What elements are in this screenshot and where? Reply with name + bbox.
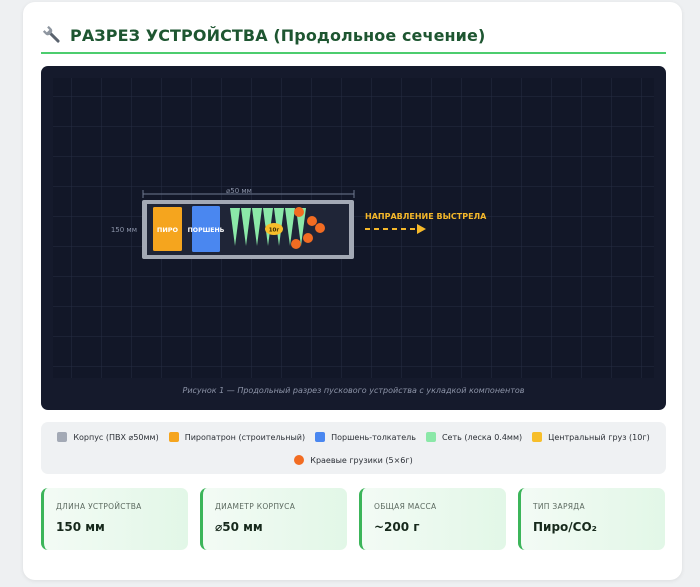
legend-swatch [532, 432, 543, 442]
direction-label: НАПРАВЛЕНИЕ ВЫСТРЕЛА [365, 212, 487, 221]
stat-value: ⌀50 мм [215, 520, 263, 534]
stat-label: ОБЩАЯ МАССА [374, 502, 437, 511]
page-title: РАЗРЕЗ УСТРОЙСТВА (Продольное сечение) [70, 25, 486, 45]
pyro-label: ПИРО [157, 226, 179, 234]
legend-swatch [315, 432, 326, 442]
stat-card-mass: ОБЩАЯ МАССА ~200 г [359, 488, 506, 550]
section-header: РАЗРЕЗ УСТРОЙСТВА (Продольное сечение) [41, 24, 485, 46]
stat-card-length: ДЛИНА УСТРОЙСТВА 150 мм [41, 488, 188, 550]
legend-label: Поршень-толкатель [331, 432, 416, 442]
legend-swatch [57, 432, 68, 442]
wrench-icon [42, 25, 60, 43]
legend-label: Корпус (ПВХ ⌀50мм) [73, 432, 159, 442]
legend-label: Пиропатрон (строительный) [184, 432, 306, 442]
legend-row: Корпус (ПВХ ⌀50мм) Пиропатрон (строитель… [41, 432, 666, 442]
stat-value: 150 мм [56, 520, 105, 534]
piston-label: ПОРШЕНЬ [188, 227, 225, 234]
stat-value: ~200 г [374, 520, 420, 534]
edge-weight [291, 239, 301, 249]
legend-item-edge-weights: Краевые грузики (5×6г) [294, 455, 413, 465]
stat-label: ТИП ЗАРЯДА [533, 502, 585, 511]
section-diagram: ⌀50 мм 150 мм ПИРО ПОРШЕНЬ 10г НАПРАВЛЕН… [41, 66, 666, 410]
edge-weight [307, 216, 317, 226]
header-divider [41, 52, 666, 54]
legend-item-housing: Корпус (ПВХ ⌀50мм) [57, 432, 159, 442]
edge-weight [294, 207, 304, 217]
legend-label: Сеть (леска 0.4мм) [441, 432, 523, 442]
device-section-card: РАЗРЕЗ УСТРОЙСТВА (Продольное сечение) ⌀… [23, 2, 682, 580]
legend-swatch [168, 432, 179, 442]
diameter-label: ⌀50 мм [226, 187, 252, 195]
length-label: 150 мм [111, 226, 137, 234]
diagram-canvas: ⌀50 мм 150 мм ПИРО ПОРШЕНЬ 10г НАПРАВЛЕН… [53, 78, 654, 378]
legend-label: Центральный груз (10г) [548, 432, 650, 442]
legend-swatch [294, 455, 305, 465]
central-weight-label: 10г [269, 228, 280, 234]
stat-value: Пиро/CO₂ [533, 520, 597, 534]
stat-label: ДЛИНА УСТРОЙСТВА [56, 502, 142, 511]
legend-item-pyro: Пиропатрон (строительный) [168, 432, 306, 442]
stat-card-charge: ТИП ЗАРЯДА Пиро/CO₂ [518, 488, 665, 550]
legend: Корпус (ПВХ ⌀50мм) Пиропатрон (строитель… [41, 422, 666, 474]
legend-item-central-weight: Центральный груз (10г) [532, 432, 650, 442]
stat-card-diameter: ДИАМЕТР КОРПУСА ⌀50 мм [200, 488, 347, 550]
legend-swatch [425, 432, 436, 442]
legend-row: Краевые грузики (5×6г) [41, 455, 666, 465]
edge-weight [303, 233, 313, 243]
legend-item-piston: Поршень-толкатель [315, 432, 416, 442]
legend-label: Краевые грузики (5×6г) [310, 455, 413, 465]
edge-weight [315, 223, 325, 233]
stat-label: ДИАМЕТР КОРПУСА [215, 502, 296, 511]
figure-caption: Рисунок 1 — Продольный разрез пускового … [182, 386, 525, 395]
legend-item-net: Сеть (леска 0.4мм) [425, 432, 523, 442]
